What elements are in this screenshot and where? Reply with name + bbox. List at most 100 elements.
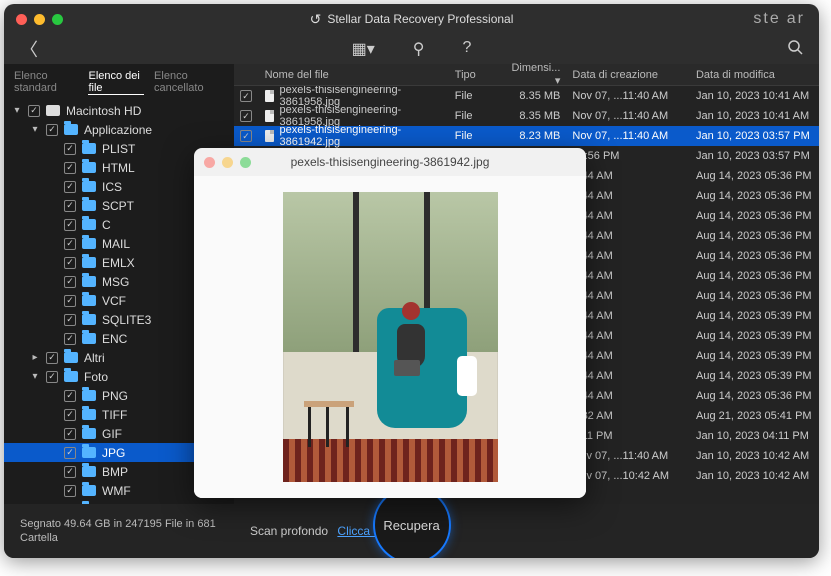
file-list-header: Nome del file Tipo Dimensi... ▾ Data di …: [234, 64, 819, 86]
file-name: pexels-thisisengineering-3861942.jpg: [280, 124, 443, 148]
file-size: 8.23 MB: [499, 130, 567, 142]
col-modified[interactable]: Data di modifica: [690, 69, 819, 81]
file-modified: Aug 14, 2023 05:36 PM: [690, 390, 819, 402]
twisty-icon[interactable]: ▾: [30, 371, 40, 382]
table-row[interactable]: ✓pexels-thisisengineering-3861958.jpgFil…: [234, 86, 819, 106]
tree-label: MSG: [102, 275, 129, 289]
checkbox[interactable]: ✓: [64, 295, 76, 307]
tree-label: Applicazione: [84, 123, 152, 137]
footer: Segnato 49.64 GB in 247195 File in 681 C…: [4, 504, 819, 558]
checkbox[interactable]: ✓: [64, 333, 76, 345]
col-name[interactable]: Nome del file: [259, 69, 449, 81]
folder-icon: [82, 390, 96, 401]
tree-label: HTML: [102, 161, 135, 175]
tab-deleted[interactable]: Elenco cancellato: [154, 70, 224, 95]
col-size[interactable]: Dimensi... ▾: [499, 62, 567, 87]
checkbox[interactable]: ✓: [46, 124, 58, 136]
file-modified: Aug 14, 2023 05:36 PM: [690, 250, 819, 262]
maximize-icon[interactable]: [52, 14, 63, 25]
file-modified: Aug 14, 2023 05:39 PM: [690, 350, 819, 362]
checkbox[interactable]: ✓: [64, 219, 76, 231]
twisty-icon[interactable]: ▸: [30, 352, 40, 363]
twisty-icon[interactable]: ▾: [30, 124, 40, 135]
checkbox[interactable]: ✓: [64, 257, 76, 269]
checkbox[interactable]: ✓: [240, 130, 252, 142]
checkbox[interactable]: ✓: [64, 428, 76, 440]
checkbox[interactable]: ✓: [64, 485, 76, 497]
folder-icon: [82, 238, 96, 249]
file-modified: Aug 14, 2023 05:39 PM: [690, 330, 819, 342]
main-window: ↺ Stellar Data Recovery Professional ste…: [4, 4, 819, 558]
tab-standard[interactable]: Elenco standard: [14, 70, 78, 95]
checkbox[interactable]: ✓: [240, 110, 252, 122]
file-modified: Jan 10, 2023 04:11 PM: [690, 430, 819, 442]
back-button[interactable]: 〈: [20, 36, 38, 62]
preview-body: [194, 176, 586, 498]
preview-minimize-icon[interactable]: [222, 157, 233, 168]
sidebar-tabs: Elenco standard Elenco dei file Elenco c…: [4, 64, 234, 99]
tree-label: JPG: [102, 446, 125, 460]
tree-label: Macintosh HD: [66, 104, 141, 118]
folder-icon: [82, 485, 96, 496]
tree-label: PNG: [102, 389, 128, 403]
app-title: ↺ Stellar Data Recovery Professional: [4, 11, 819, 28]
twisty-icon[interactable]: ▾: [12, 105, 22, 116]
col-type[interactable]: Tipo: [449, 69, 499, 81]
tree-label: GIF: [102, 427, 122, 441]
col-created[interactable]: Data di creazione: [566, 69, 690, 81]
preview-image: [283, 192, 498, 482]
minimize-icon[interactable]: [34, 14, 45, 25]
checkbox[interactable]: ✓: [28, 105, 40, 117]
table-row[interactable]: ✓pexels-thisisengineering-3861942.jpgFil…: [234, 126, 819, 146]
file-modified: Aug 21, 2023 05:41 PM: [690, 410, 819, 422]
close-icon[interactable]: [16, 14, 27, 25]
folder-icon: [82, 181, 96, 192]
folder-icon: [82, 295, 96, 306]
checkbox[interactable]: ✓: [64, 409, 76, 421]
checkbox[interactable]: ✓: [64, 447, 76, 459]
checkbox[interactable]: ✓: [64, 162, 76, 174]
checkbox[interactable]: ✓: [240, 90, 252, 102]
settings-icon[interactable]: ⚲: [413, 39, 425, 59]
tab-files[interactable]: Elenco dei file: [88, 70, 144, 95]
file-type: File: [449, 110, 499, 122]
checkbox[interactable]: ✓: [64, 466, 76, 478]
preview-maximize-icon[interactable]: [240, 157, 251, 168]
folder-icon: [82, 276, 96, 287]
folder-icon: [82, 428, 96, 439]
file-modified: Aug 14, 2023 05:36 PM: [690, 190, 819, 202]
help-icon[interactable]: ?: [462, 39, 471, 59]
grid-view-icon[interactable]: ▦▾: [352, 39, 375, 59]
table-row[interactable]: ✓pexels-thisisengineering-3861958.jpgFil…: [234, 106, 819, 126]
preview-window[interactable]: pexels-thisisengineering-3861942.jpg: [194, 148, 586, 498]
folder-icon: [82, 219, 96, 230]
tree-item-applicazione[interactable]: ▾ ✓ Applicazione: [4, 120, 234, 139]
file-icon: [265, 90, 274, 102]
checkbox[interactable]: ✓: [64, 238, 76, 250]
preview-close-icon[interactable]: [204, 157, 215, 168]
checkbox[interactable]: ✓: [64, 143, 76, 155]
app-title-text: Stellar Data Recovery Professional: [327, 12, 513, 26]
checkbox[interactable]: ✓: [64, 314, 76, 326]
preview-title-bar: pexels-thisisengineering-3861942.jpg: [194, 148, 586, 176]
folder-icon: [82, 257, 96, 268]
checkbox[interactable]: ✓: [64, 390, 76, 402]
tree-label: ICS: [102, 180, 122, 194]
search-icon[interactable]: [787, 39, 803, 60]
folder-icon: [82, 143, 96, 154]
disk-icon: [46, 105, 60, 116]
folder-icon: [82, 333, 96, 344]
checkbox[interactable]: ✓: [64, 276, 76, 288]
checkbox[interactable]: ✓: [64, 200, 76, 212]
brand-logo: stear: [753, 10, 805, 28]
file-modified: Aug 14, 2023 05:36 PM: [690, 270, 819, 282]
tree-label: EMLX: [102, 256, 135, 270]
tree-item-macintosh-hd[interactable]: ▾ ✓ Macintosh HD: [4, 101, 234, 120]
window-traffic-lights: [16, 14, 63, 25]
folder-icon: [82, 314, 96, 325]
checkbox[interactable]: ✓: [46, 352, 58, 364]
preview-title: pexels-thisisengineering-3861942.jpg: [194, 155, 586, 169]
checkbox[interactable]: ✓: [64, 181, 76, 193]
checkbox[interactable]: ✓: [46, 371, 58, 383]
file-icon: [265, 110, 274, 122]
